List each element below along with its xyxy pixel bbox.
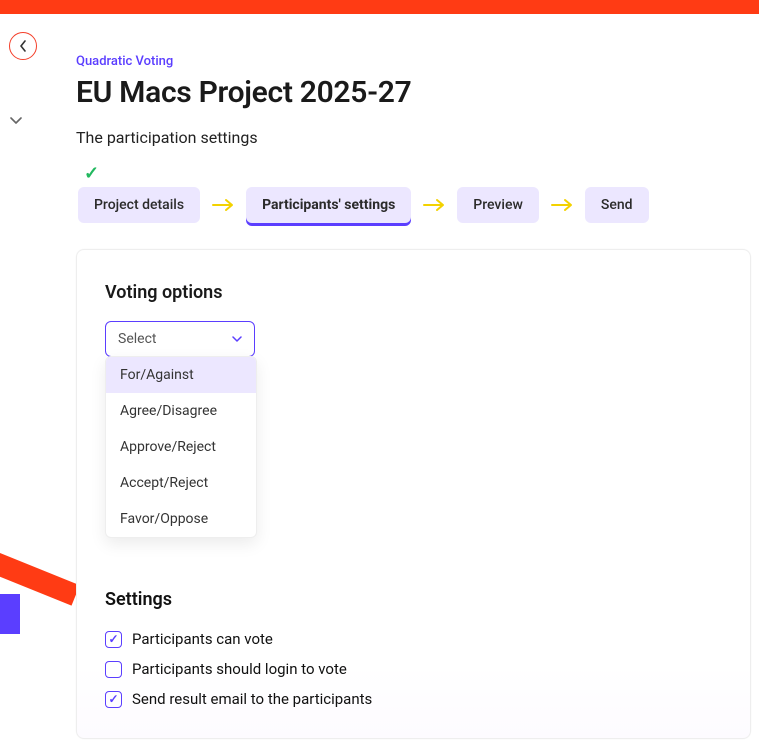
arrow-right-icon <box>212 198 234 212</box>
eyebrow-label: Quadratic Voting <box>76 54 759 69</box>
step-project-details[interactable]: Project details <box>78 187 200 223</box>
dropdown-option-for-against[interactable]: For/Against <box>106 357 256 393</box>
settings-title: Settings <box>105 589 722 610</box>
main-content: Quadratic Voting EU Macs Project 2025-27… <box>32 14 759 744</box>
checkbox-participants-can-vote[interactable] <box>105 631 122 648</box>
checkbox-label: Send result email to the participants <box>132 690 372 708</box>
arrow-right-icon <box>423 198 445 212</box>
step-send[interactable]: Send <box>585 187 649 223</box>
arrow-right-icon <box>551 198 573 212</box>
voting-options-select[interactable]: Select For/Against Agree/Disagree Approv… <box>105 321 255 357</box>
left-rail <box>0 14 32 744</box>
settings-card: Voting options Select For/Against Agree/… <box>76 249 751 739</box>
sidebar-toggle[interactable] <box>10 110 22 129</box>
check-icon: ✓ <box>84 163 99 184</box>
page-subtitle: The participation settings <box>76 128 759 147</box>
checkbox-participants-login[interactable] <box>105 661 122 678</box>
checkbox-label: Participants should login to vote <box>132 660 347 678</box>
voting-options-dropdown: For/Against Agree/Disagree Approve/Rejec… <box>105 356 257 538</box>
step-preview[interactable]: Preview <box>457 187 539 223</box>
dropdown-option-favor-oppose[interactable]: Favor/Oppose <box>106 501 256 537</box>
dropdown-option-agree-disagree[interactable]: Agree/Disagree <box>106 393 256 429</box>
top-accent-bar <box>0 0 759 14</box>
checkbox-label: Participants can vote <box>132 630 273 648</box>
chevron-down-icon <box>10 117 22 125</box>
select-placeholder: Select <box>118 331 156 347</box>
chevron-left-icon <box>19 40 27 52</box>
voting-options-title: Voting options <box>105 282 722 303</box>
checkbox-send-result-email[interactable] <box>105 691 122 708</box>
dropdown-option-approve-reject[interactable]: Approve/Reject <box>106 429 256 465</box>
dropdown-option-accept-reject[interactable]: Accept/Reject <box>106 465 256 501</box>
step-participants-settings[interactable]: Participants' settings <box>246 187 411 223</box>
decorative-purple-block <box>0 594 20 634</box>
stepper: ✓ Project details Participants' settings… <box>76 187 759 223</box>
chevron-down-icon <box>232 336 242 342</box>
page-title: EU Macs Project 2025-27 <box>76 75 759 110</box>
